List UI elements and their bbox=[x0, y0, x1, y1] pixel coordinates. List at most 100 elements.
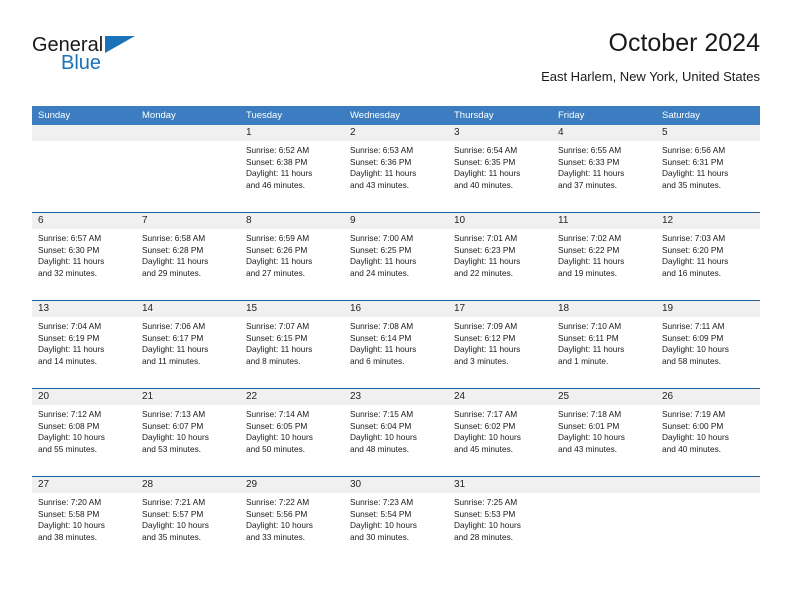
logo-text-blue: Blue bbox=[61, 52, 102, 74]
day-number: 4 bbox=[552, 125, 656, 141]
day-detail: Sunrise: 7:19 AM Sunset: 6:00 PM Daylight:… bbox=[656, 405, 760, 455]
calendar-day-cell[interactable]: 7 Sunrise: 6:58 AM Sunset: 6:28 PM Daylight… bbox=[136, 213, 240, 300]
daylight-text-line1: Daylight: 10 hours bbox=[662, 344, 729, 355]
day-number: 18 bbox=[552, 301, 656, 317]
sunset-text: Sunset: 6:05 PM bbox=[246, 420, 308, 431]
daylight-text-line2: and 50 minutes. bbox=[246, 443, 306, 454]
page-subtitle: East Harlem, New York, United States bbox=[541, 69, 760, 84]
daylight-text-line2: and 58 minutes. bbox=[662, 355, 722, 366]
calendar-day-cell[interactable]: 12 Sunrise: 7:03 AM Sunset: 6:20 PM Dayligh… bbox=[656, 213, 760, 300]
daylight-text-line2: and 6 minutes. bbox=[350, 355, 405, 366]
calendar-day-cell[interactable]: 19 Sunrise: 7:11 AM Sunset: 6:09 PM Dayligh… bbox=[656, 301, 760, 388]
sunset-text: Sunset: 6:09 PM bbox=[662, 332, 724, 343]
calendar-day-cell[interactable]: 25 Sunrise: 7:18 AM Sunset: 6:01 PM Dayligh… bbox=[552, 389, 656, 476]
calendar-week-row: 1 Sunrise: 6:52 AM Sunset: 6:38 PM Daylight… bbox=[32, 125, 760, 212]
calendar-day-cell[interactable]: 27 Sunrise: 7:20 AM Sunset: 5:58 PM Dayligh… bbox=[32, 477, 136, 564]
daylight-text-line2: and 11 minutes. bbox=[142, 355, 201, 366]
calendar-day-cell[interactable]: 11 Sunrise: 7:02 AM Sunset: 6:22 PM Dayligh… bbox=[552, 213, 656, 300]
calendar-day-cell-empty bbox=[32, 125, 136, 212]
day-number: 11 bbox=[552, 213, 656, 229]
calendar-day-cell[interactable]: 24 Sunrise: 7:17 AM Sunset: 6:02 PM Dayligh… bbox=[448, 389, 552, 476]
calendar-day-cell[interactable]: 1 Sunrise: 6:52 AM Sunset: 6:38 PM Daylight… bbox=[240, 125, 344, 212]
daylight-text-line1: Daylight: 11 hours bbox=[454, 256, 521, 267]
day-detail: Sunrise: 7:14 AM Sunset: 6:05 PM Daylight:… bbox=[240, 405, 344, 455]
day-detail: Sunrise: 6:53 AM Sunset: 6:36 PM Daylight:… bbox=[344, 141, 448, 191]
daylight-text-line1: Daylight: 11 hours bbox=[246, 168, 313, 179]
sunrise-text: Sunrise: 7:25 AM bbox=[454, 497, 518, 507]
calendar-weeks: 1 Sunrise: 6:52 AM Sunset: 6:38 PM Daylight… bbox=[32, 125, 760, 564]
calendar-day-cell[interactable]: 28 Sunrise: 7:21 AM Sunset: 5:57 PM Dayligh… bbox=[136, 477, 240, 564]
calendar-day-cell[interactable]: 21 Sunrise: 7:13 AM Sunset: 6:07 PM Dayligh… bbox=[136, 389, 240, 476]
daylight-text-line1: Daylight: 11 hours bbox=[454, 168, 521, 179]
sunrise-text: Sunrise: 7:15 AM bbox=[350, 409, 414, 419]
day-number: 23 bbox=[344, 389, 448, 405]
daylight-text-line1: Daylight: 10 hours bbox=[38, 432, 105, 443]
sunset-text: Sunset: 6:15 PM bbox=[246, 332, 308, 343]
calendar-day-cell[interactable]: 17 Sunrise: 7:09 AM Sunset: 6:12 PM Dayligh… bbox=[448, 301, 552, 388]
calendar-day-cell[interactable]: 14 Sunrise: 7:06 AM Sunset: 6:17 PM Dayligh… bbox=[136, 301, 240, 388]
sunset-text: Sunset: 5:58 PM bbox=[38, 508, 100, 519]
calendar-day-cell[interactable]: 16 Sunrise: 7:08 AM Sunset: 6:14 PM Dayligh… bbox=[344, 301, 448, 388]
calendar-day-cell[interactable]: 26 Sunrise: 7:19 AM Sunset: 6:00 PM Dayligh… bbox=[656, 389, 760, 476]
calendar-day-cell[interactable]: 31 Sunrise: 7:25 AM Sunset: 5:53 PM Dayligh… bbox=[448, 477, 552, 564]
day-detail: Sunrise: 7:09 AM Sunset: 6:12 PM Daylight:… bbox=[448, 317, 552, 367]
calendar-week-row: 6 Sunrise: 6:57 AM Sunset: 6:30 PM Daylight… bbox=[32, 212, 760, 300]
sunrise-text: Sunrise: 7:06 AM bbox=[142, 321, 206, 331]
day-number: 16 bbox=[344, 301, 448, 317]
sunrise-text: Sunrise: 7:01 AM bbox=[454, 233, 518, 243]
daylight-text-line2: and 37 minutes. bbox=[558, 179, 618, 190]
sunrise-text: Sunrise: 6:53 AM bbox=[350, 145, 414, 155]
daylight-text-line2: and 29 minutes. bbox=[142, 267, 202, 278]
calendar-day-cell[interactable]: 15 Sunrise: 7:07 AM Sunset: 6:15 PM Dayligh… bbox=[240, 301, 344, 388]
day-detail: Sunrise: 7:13 AM Sunset: 6:07 PM Daylight:… bbox=[136, 405, 240, 455]
calendar-day-cell[interactable]: 23 Sunrise: 7:15 AM Sunset: 6:04 PM Dayligh… bbox=[344, 389, 448, 476]
day-detail: Sunrise: 7:02 AM Sunset: 6:22 PM Daylight:… bbox=[552, 229, 656, 279]
day-number: 31 bbox=[448, 477, 552, 493]
calendar-day-cell[interactable]: 20 Sunrise: 7:12 AM Sunset: 6:08 PM Dayligh… bbox=[32, 389, 136, 476]
calendar-day-cell[interactable]: 22 Sunrise: 7:14 AM Sunset: 6:05 PM Dayligh… bbox=[240, 389, 344, 476]
calendar-day-cell[interactable]: 18 Sunrise: 7:10 AM Sunset: 6:11 PM Dayligh… bbox=[552, 301, 656, 388]
calendar-day-cell[interactable]: 3 Sunrise: 6:54 AM Sunset: 6:35 PM Daylight… bbox=[448, 125, 552, 212]
sunset-text: Sunset: 6:00 PM bbox=[662, 420, 724, 431]
calendar-day-cell[interactable]: 9 Sunrise: 7:00 AM Sunset: 6:25 PM Daylight… bbox=[344, 213, 448, 300]
calendar-day-cell[interactable]: 10 Sunrise: 7:01 AM Sunset: 6:23 PM Dayligh… bbox=[448, 213, 552, 300]
day-detail: Sunrise: 7:23 AM Sunset: 5:54 PM Daylight:… bbox=[344, 493, 448, 543]
daylight-text-line1: Daylight: 11 hours bbox=[558, 344, 625, 355]
weekday-header-tuesday: Tuesday bbox=[246, 110, 283, 121]
calendar-day-cell[interactable]: 5 Sunrise: 6:56 AM Sunset: 6:31 PM Daylight… bbox=[656, 125, 760, 212]
calendar-day-cell[interactable]: 8 Sunrise: 6:59 AM Sunset: 6:26 PM Daylight… bbox=[240, 213, 344, 300]
day-detail: Sunrise: 7:25 AM Sunset: 5:53 PM Daylight:… bbox=[448, 493, 552, 543]
calendar-day-cell[interactable]: 4 Sunrise: 6:55 AM Sunset: 6:33 PM Daylight… bbox=[552, 125, 656, 212]
weekday-header-friday: Friday bbox=[558, 110, 585, 121]
daylight-text-line2: and 43 minutes. bbox=[558, 443, 618, 454]
day-detail: Sunrise: 7:10 AM Sunset: 6:11 PM Daylight:… bbox=[552, 317, 656, 367]
sunset-text: Sunset: 6:14 PM bbox=[350, 332, 412, 343]
day-number: 8 bbox=[240, 213, 344, 229]
daylight-text-line1: Daylight: 10 hours bbox=[350, 520, 417, 531]
daylight-text-line2: and 28 minutes. bbox=[454, 531, 514, 542]
day-detail: Sunrise: 7:06 AM Sunset: 6:17 PM Daylight:… bbox=[136, 317, 240, 367]
daylight-text-line1: Daylight: 11 hours bbox=[662, 256, 729, 267]
calendar-day-cell[interactable]: 30 Sunrise: 7:23 AM Sunset: 5:54 PM Dayligh… bbox=[344, 477, 448, 564]
daylight-text-line1: Daylight: 10 hours bbox=[142, 432, 209, 443]
sunrise-text: Sunrise: 7:10 AM bbox=[558, 321, 622, 331]
weekday-header-wednesday: Wednesday bbox=[350, 110, 400, 121]
general-blue-logo[interactable]: General Blue bbox=[32, 34, 172, 84]
logo-triangle-icon bbox=[105, 36, 135, 53]
daylight-text-line2: and 24 minutes. bbox=[350, 267, 410, 278]
day-number: 14 bbox=[136, 301, 240, 317]
page-title: October 2024 bbox=[608, 29, 761, 57]
day-number: 12 bbox=[656, 213, 760, 229]
daylight-text-line2: and 43 minutes. bbox=[350, 179, 410, 190]
sunrise-text: Sunrise: 6:56 AM bbox=[662, 145, 726, 155]
day-number: 22 bbox=[240, 389, 344, 405]
daylight-text-line2: and 1 minute. bbox=[558, 355, 609, 366]
calendar-day-cell[interactable]: 6 Sunrise: 6:57 AM Sunset: 6:30 PM Daylight… bbox=[32, 213, 136, 300]
daylight-text-line2: and 35 minutes. bbox=[142, 531, 202, 542]
calendar-day-cell[interactable]: 2 Sunrise: 6:53 AM Sunset: 6:36 PM Daylight… bbox=[344, 125, 448, 212]
calendar-day-cell[interactable]: 29 Sunrise: 7:22 AM Sunset: 5:56 PM Dayligh… bbox=[240, 477, 344, 564]
daylight-text-line1: Daylight: 10 hours bbox=[454, 432, 521, 443]
calendar-day-cell[interactable]: 13 Sunrise: 7:04 AM Sunset: 6:19 PM Dayligh… bbox=[32, 301, 136, 388]
day-detail: Sunrise: 7:11 AM Sunset: 6:09 PM Daylight:… bbox=[656, 317, 760, 367]
calendar-page: General Blue October 2024 East Harlem, N… bbox=[0, 0, 792, 612]
